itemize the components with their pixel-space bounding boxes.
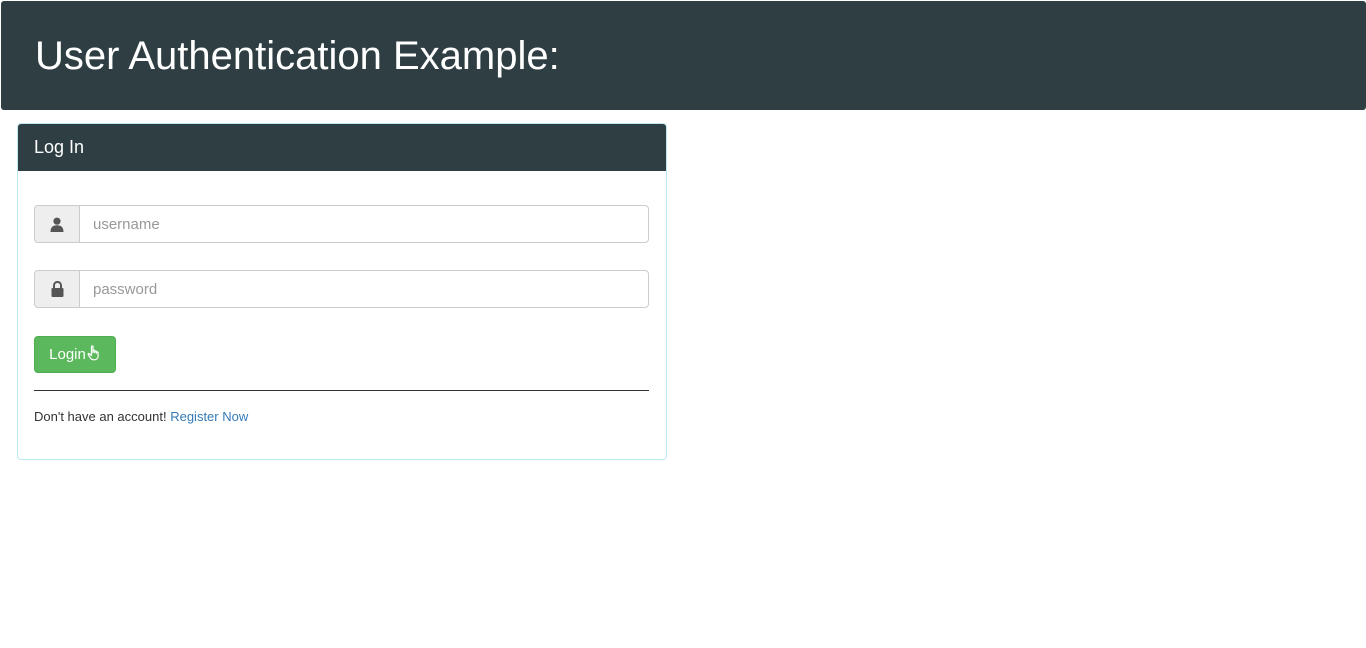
password-input[interactable] (79, 270, 649, 308)
login-panel: Log In Login Don't have an account! (17, 123, 667, 460)
page-header: User Authentication Example: (1, 1, 1366, 110)
register-now-link[interactable]: Register Now (170, 409, 248, 424)
lock-icon (34, 270, 79, 308)
login-button-label: Login (49, 346, 86, 363)
user-icon (34, 205, 79, 243)
password-input-group (34, 270, 649, 308)
page-title: User Authentication Example: (35, 34, 560, 78)
register-prompt-text: Don't have an account! (34, 409, 167, 424)
register-prompt: Don't have an account! Register Now (34, 409, 248, 424)
hand-pointer-icon (87, 344, 101, 365)
username-input-group (34, 205, 649, 243)
username-input[interactable] (79, 205, 649, 243)
login-button[interactable]: Login (34, 336, 116, 373)
login-panel-heading: Log In (18, 124, 666, 171)
divider (34, 390, 649, 391)
